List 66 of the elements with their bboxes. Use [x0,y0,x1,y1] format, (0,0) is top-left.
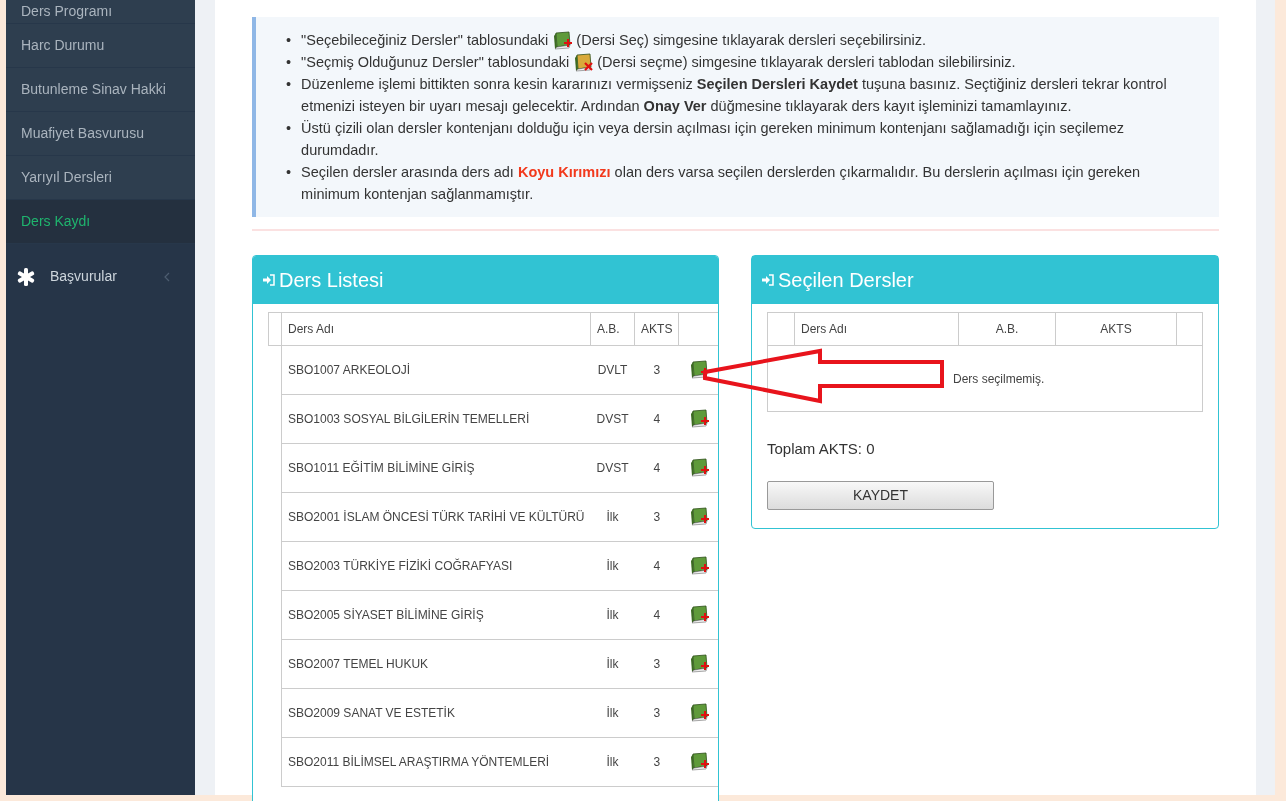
book-add-icon[interactable] [688,458,709,479]
asterisk-icon [16,266,36,287]
book-add-icon[interactable] [688,703,709,724]
instruction-text: Düzenleme işlemi bittikten sonra kesin kararınızı vermişseniz Seçilen Dersleri Kaydet tuşuna basınız. Seçtiğiniz dersleri tekrar kontrol etmenizi isteyen bir uyarı mesajı gelecektir. Ardından Onay Ver düğmesine tıklayarak ders kayıt işleminizi tamamlayınız. [301,76,1167,115]
bullet: • [286,75,292,95]
bullet: • [286,53,292,73]
empty-message: Ders seçilmemiş. [953,371,1045,386]
table-cell: 4 [634,394,679,444]
book-add-icon[interactable] [688,409,709,430]
book-add-icon[interactable] [688,752,709,773]
book-add-icon[interactable] [688,556,709,577]
table-cell: SBO2003 TÜRKİYE FİZİKİ COĞRAFYASI [281,541,591,591]
table-cell: 3 [634,492,679,542]
table-cell: 3 [634,639,679,689]
bullet: • [286,31,292,50]
table-cell: SBO2011 BİLİMSEL ARAŞTIRMA YÖNTEMLERİ [281,737,591,787]
bullet: • [286,119,292,139]
table-cell: 3 [634,345,679,395]
column-header: AKTS [1055,312,1177,346]
column-header: A.B. [590,312,635,346]
instruction-text: "Seçmiş Olduğunuz Dersler" tablosundaki [301,54,570,71]
book-add-icon[interactable] [688,605,709,626]
book-add-icon [552,31,573,52]
table-cell: DVLT [590,345,635,395]
column-header: Ders Adı [281,312,591,346]
instruction-text: (Dersi seçme) simgesine tıklayarak dersleri tablodan silebilirsiniz. [597,54,1016,71]
table-cell: 4 [634,443,679,493]
table-cell: 4 [634,541,679,591]
table-cell: İlk [590,737,635,787]
instruction-text: (Dersi Seç) simgesine tıklayarak dersleri seçebilirsiniz. [576,32,927,48]
table-cell: SBO1007 ARKEOLOJİ [281,345,591,395]
book-add-icon[interactable] [688,507,709,528]
table-cell: İlk [590,590,635,640]
column-header: A.B. [958,312,1056,346]
book-remove-icon [573,53,594,74]
table-cell: 4 [634,590,679,640]
table-cell: SBO1003 SOSYAL BİLGİLERİN TEMELLERİ [281,394,591,444]
book-add-icon[interactable] [688,360,709,381]
sign-in-icon [762,274,774,287]
table-cell: SBO1011 EĞİTİM BİLİMİNE GİRİŞ [281,443,591,493]
total-credits: Toplam AKTS: 0 [767,439,876,460]
column-header: AKTS [634,312,679,346]
save-button[interactable]: KAYDET [767,480,994,510]
instruction-text: Seçilen dersler arasında ders adı Koyu Kırımızı olan ders varsa seçilen derslerden çıkarmalıdır. Bu derslerin açılması için gereken minimum kontenjan sağlanmamıştır. [301,164,1141,203]
table-cell: İlk [590,639,635,689]
table-cell: SBO2001 İSLAM ÖNCESİ TÜRK TARİHİ VE KÜLTÜRÜ [281,492,591,542]
table-cell: DVST [590,443,635,493]
panel-title: Seçilen Dersler [778,268,914,294]
table-cell: SBO2005 SİYASET BİLİMİNE GİRİŞ [281,590,591,640]
table-cell: 3 [634,737,679,787]
sign-in-icon [263,274,275,287]
table-cell: İlk [590,688,635,738]
table-cell: 3 [634,688,679,738]
column-header: Ders Adı [794,312,959,346]
table-cell: SBO2009 SANAT VE ESTETİK [281,688,591,738]
instruction-text: "Seçebileceğiniz Dersler" tablosundaki [301,32,549,48]
instruction-text: Üstü çizili olan dersler kontenjanı dolduğu için veya dersin açılması için gereken minimum kontenjanı sağlamadığı için seçilemez durumdadır. [301,120,1124,159]
bullet: • [286,163,292,183]
book-add-icon[interactable] [688,654,709,675]
sidebar-section[interactable]: Başvurular [50,266,163,287]
table-cell: İlk [590,492,635,542]
sidebar-item[interactable]: Ders Kaydı [6,200,195,244]
table-cell: SBO2007 TEMEL HUKUK [281,639,591,689]
table-cell: İlk [590,541,635,591]
panel-title: Ders Listesi [279,268,384,294]
table-cell: DVST [590,394,635,444]
